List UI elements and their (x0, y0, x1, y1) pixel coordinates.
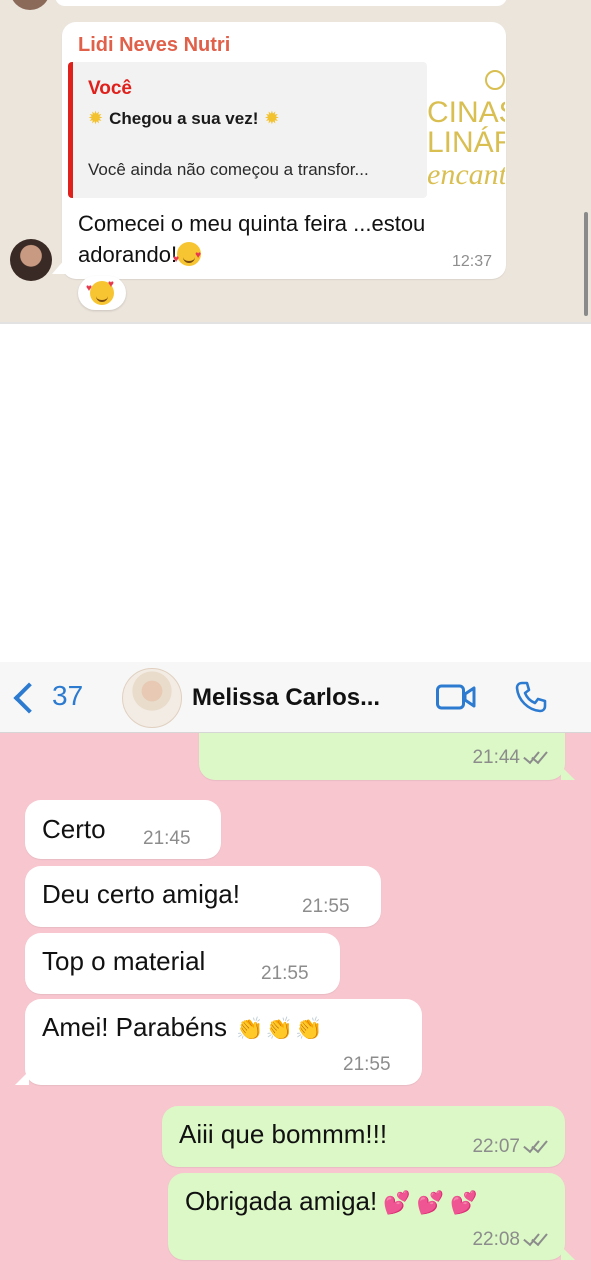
bubble-tail (561, 766, 575, 780)
thumbnail-text: CINAS (427, 96, 505, 129)
chat-header: 37 Melissa Carlos... (0, 662, 591, 733)
message-bubble-incoming[interactable]: Deu certo amiga! 21:55 (25, 866, 381, 927)
quoted-line-1: ✹ Chegou a sua vez! ✹ (88, 108, 279, 129)
smiling-face-with-hearts-icon: ♥ ♥ (86, 279, 114, 305)
message-bubble-incoming[interactable]: Top o material 21:55 (25, 933, 340, 994)
bubble-tail (52, 258, 66, 274)
message-time-text: 22:07 (472, 1136, 520, 1157)
message-text: Amei! Parabéns 👏👏👏 (42, 1012, 322, 1043)
unread-count: 37 (52, 680, 84, 711)
avatar[interactable] (10, 239, 52, 281)
message-time: 21:55 (343, 1054, 391, 1075)
thumbnail-text: encanta (427, 158, 505, 191)
message-text: Obrigada amiga! 💕💕💕 (185, 1186, 483, 1217)
message-time: 22:08 (472, 1228, 548, 1251)
quoted-thumbnail: CINAS LINÁR encanta (427, 62, 505, 198)
message-bubble-incoming[interactable]: Amei! Parabéns 👏👏👏 21:55 (25, 999, 422, 1085)
double-check-icon (523, 746, 548, 765)
reply-message-bubble[interactable]: Lidi Neves Nutri Você ✹ Chegou a sua vez… (62, 22, 506, 279)
reaction-badge[interactable]: ♥ ♥ (78, 276, 126, 310)
message-time: 22:07 (472, 1135, 548, 1158)
message-bubble-incoming[interactable]: Certo 21:45 (25, 800, 221, 859)
message-time-text: 22:08 (472, 1229, 520, 1250)
message-bubble-outgoing[interactable]: 21:44 (199, 733, 565, 780)
quoted-line-1-text: Chegou a sua vez! (109, 108, 259, 128)
message-text: Certo (42, 814, 106, 844)
chevron-left-icon (13, 682, 45, 714)
contact-name[interactable]: Melissa Carlos... (192, 684, 380, 712)
quoted-author: Você (88, 78, 133, 99)
avatar (10, 0, 50, 10)
message-time: 12:37 (451, 253, 492, 270)
quoted-line-2: Você ainda não começou a transfor... (88, 160, 369, 179)
message-text: Top o material (42, 946, 206, 976)
message-line: adorando! ♥ ♥ (78, 239, 488, 270)
message-text: Deu certo amiga! (42, 879, 240, 909)
bubble-tail (15, 1071, 29, 1085)
sparkle-icon: ✹ (264, 108, 280, 128)
message-time: 21:44 (472, 746, 548, 769)
message-time: 21:55 (261, 963, 309, 984)
message-bubble-outgoing[interactable]: Aiii que bommm!!! 22:07 (162, 1106, 565, 1167)
message-text: Comecei o meu quinta feira ...estou ador… (78, 208, 488, 270)
video-call-icon[interactable] (436, 684, 476, 710)
scrollbar[interactable] (584, 212, 588, 316)
two-hearts-icon: 💕💕💕 (383, 1190, 484, 1215)
message-time-text: 21:44 (472, 747, 520, 768)
thumbnail-text: LINÁR (427, 126, 505, 159)
double-check-icon (523, 1135, 548, 1154)
message-line-text: adorando! (78, 242, 178, 267)
message-text: Aiii que bommm!!! (179, 1119, 388, 1149)
clapping-hands-icon: 👏👏👏 (236, 1016, 323, 1041)
quoted-message[interactable]: Você ✹ Chegou a sua vez! ✹ Você ainda nã… (68, 62, 427, 198)
message-text-content: Amei! Parabéns (42, 1012, 227, 1042)
message-time: 21:55 (302, 896, 350, 917)
smiling-face-with-hearts-icon: ♥ ♥ (173, 242, 202, 266)
quote-bar (68, 62, 73, 198)
message-text-content: Obrigada amiga! (185, 1186, 378, 1216)
double-check-icon (523, 1228, 548, 1247)
sparkle-icon: ✹ (88, 108, 104, 128)
message-bubble-outgoing[interactable]: Obrigada amiga! 💕💕💕 22:08 (168, 1173, 565, 1260)
chat-messages[interactable]: 21:44 Certo 21:45 Deu certo amiga! 21:55… (0, 733, 591, 1280)
top-chat-panel: Lidi Neves Nutri Você ✹ Chegou a sua vez… (0, 0, 591, 324)
logo-icon (485, 70, 505, 90)
message-time: 21:45 (143, 828, 191, 849)
phone-call-icon[interactable] (514, 680, 548, 714)
partial-message-bubble (55, 0, 507, 6)
contact-avatar[interactable] (122, 668, 182, 728)
message-line: Comecei o meu quinta feira ...estou (78, 211, 426, 236)
sender-name: Lidi Neves Nutri (78, 34, 231, 56)
bubble-tail (561, 1246, 575, 1260)
